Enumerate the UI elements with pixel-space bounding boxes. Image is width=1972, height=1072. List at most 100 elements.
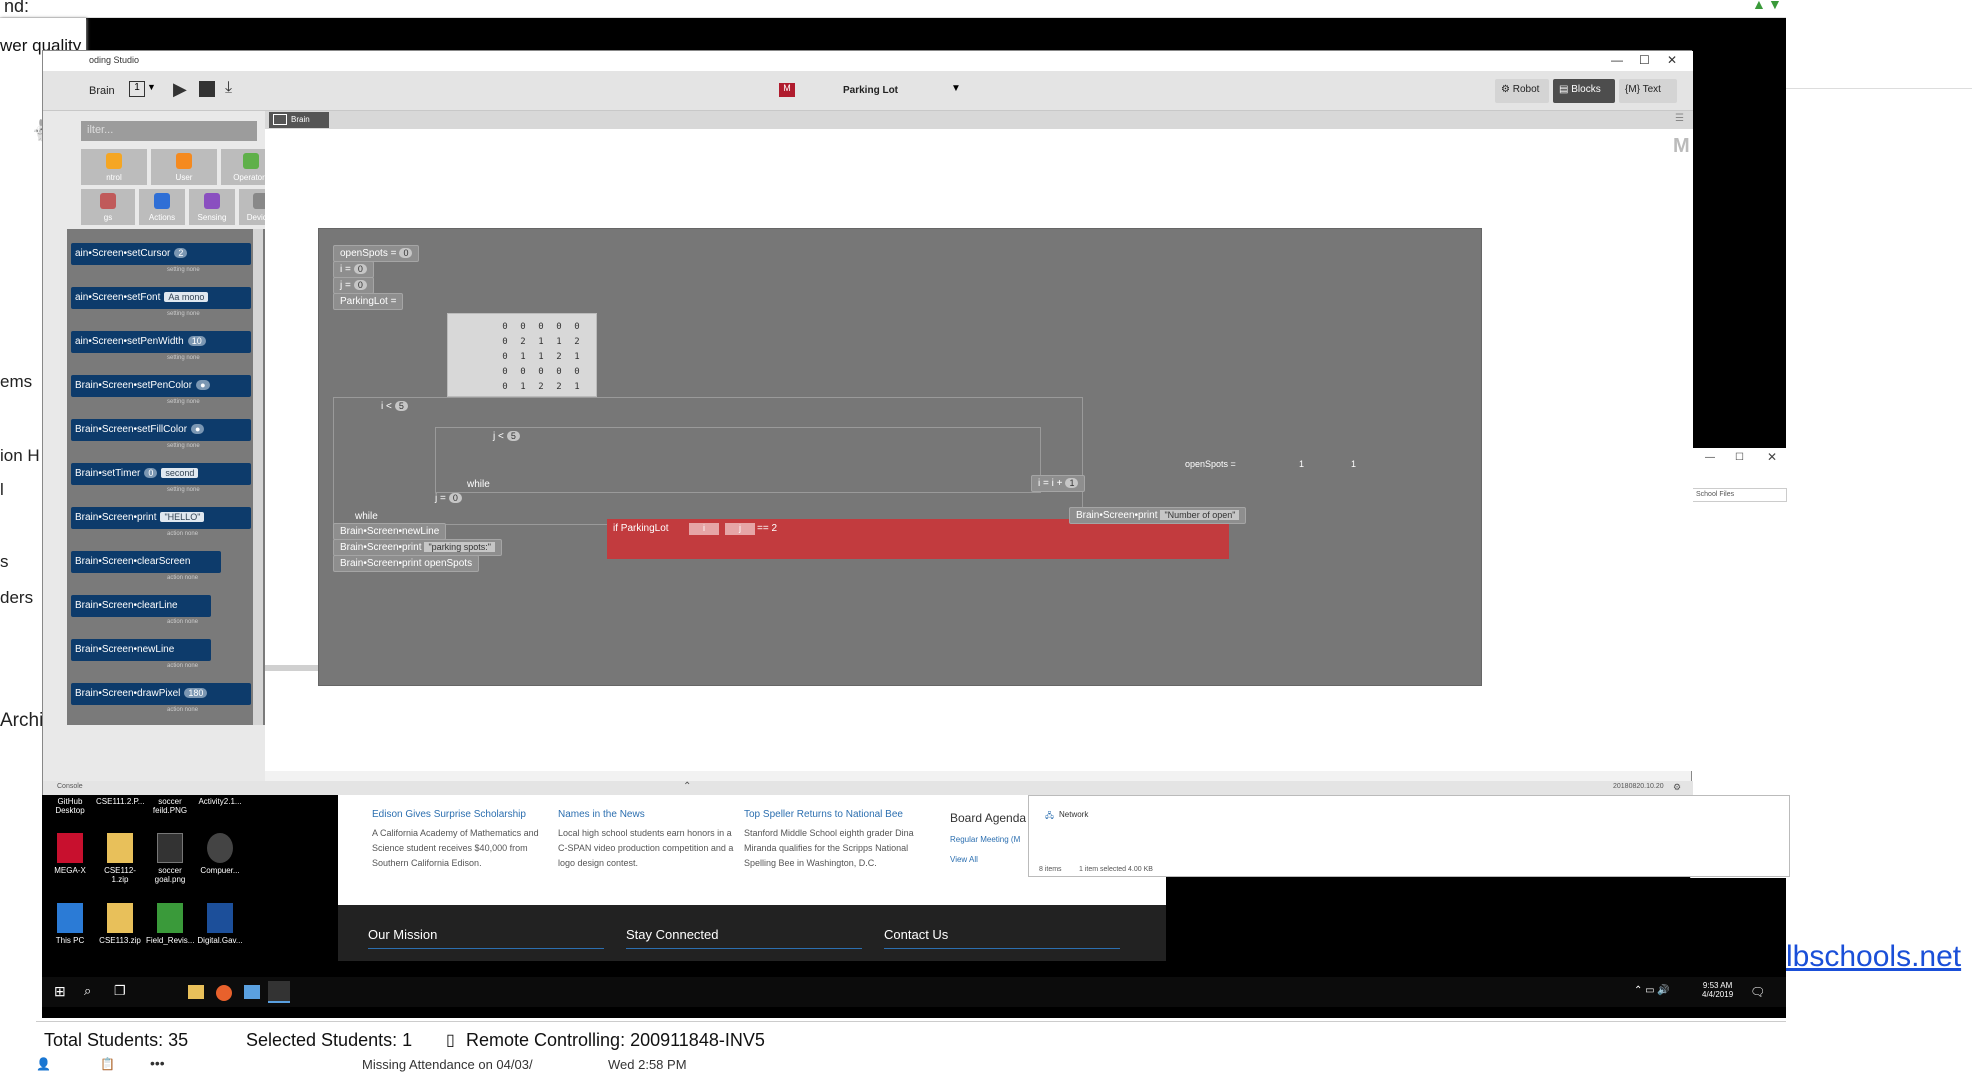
explorer-search-input[interactable]: School Files (1691, 488, 1787, 502)
network-item[interactable]: Network (1059, 810, 1088, 819)
robot-icon: ⚙ (1501, 84, 1510, 95)
news-item[interactable]: Names in the News Local high school stud… (558, 807, 740, 871)
outer-condition[interactable]: i <5 (381, 401, 408, 412)
vex-taskbar-icon[interactable] (268, 981, 290, 1003)
footer-stay-connected[interactable]: Stay Connected (626, 927, 862, 949)
minimize-icon[interactable]: — (1611, 53, 1623, 67)
desktop-icon[interactable]: MEGA-X (46, 833, 94, 875)
parking-lot-matrix[interactable]: 00000 02112 01121 00000 01221 (447, 313, 597, 397)
palette-block[interactable]: Brain•Screen•drawPixel 180 (71, 683, 251, 705)
settings-gear-icon[interactable]: ⚙ (1673, 782, 1681, 793)
minimize-icon[interactable]: — (1705, 452, 1715, 463)
task-view-icon[interactable]: ❐ (114, 983, 126, 999)
close-icon[interactable]: ✕ (1667, 53, 1677, 67)
maximize-icon[interactable]: ☐ (1735, 452, 1744, 463)
increment-i[interactable]: i = i +1 (1031, 475, 1086, 492)
chevron-down-icon[interactable]: ▼ (147, 82, 156, 92)
desktop-icon[interactable]: Compuer... (196, 833, 244, 875)
desktop-icon[interactable]: Activity2.1... (196, 797, 244, 806)
print-number-block[interactable]: Brain•Screen•print "Number of open" (1069, 507, 1247, 524)
palette-block[interactable]: Brain•Screen•setFillColor ● (71, 419, 251, 441)
i-assign[interactable]: i = 0 (333, 261, 374, 278)
user-icon[interactable]: 👤 (36, 1057, 51, 1071)
palette-block[interactable]: Brain•setTimer 0 second (71, 463, 251, 485)
clipboard-icon[interactable]: 📋 (100, 1057, 115, 1071)
palette-block[interactable]: ain•Screen•setPenWidth 10 (71, 331, 251, 353)
news-item[interactable]: Edison Gives Surprise Scholarship A Cali… (372, 807, 554, 871)
news-item[interactable]: Top Speller Returns to National Bee Stan… (744, 807, 926, 871)
category-user[interactable]: User (151, 149, 217, 185)
system-tray-icons[interactable]: ⌃ ▭ 🔊 (1634, 985, 1670, 996)
inner-while-loop[interactable] (435, 427, 1041, 493)
j-assign[interactable]: j = 0 (333, 277, 374, 294)
desktop-icon[interactable]: CSE111.2.P... (96, 797, 144, 806)
app-icon[interactable] (244, 985, 260, 999)
palette-block[interactable]: Brain•Screen•print "HELLO" (71, 507, 251, 529)
desktop-icon[interactable]: Digital.Gav... (196, 903, 244, 945)
print-spots-block[interactable]: Brain•Screen•print openSpots (333, 555, 480, 572)
category-settings[interactable]: gs (81, 189, 135, 225)
desktop-icon[interactable]: CSE112-1.zip (96, 833, 144, 884)
firefox-icon[interactable] (216, 985, 232, 1001)
category-sensing[interactable]: Sensing (189, 189, 235, 225)
print-parking-block[interactable]: Brain•Screen•print "parking spots:" (333, 539, 502, 556)
arrow-up-icon[interactable]: ▲ (1752, 0, 1766, 12)
more-icon[interactable]: ••• (150, 1055, 165, 1071)
tab-brain[interactable]: Brain (269, 112, 329, 128)
missing-attendance[interactable]: Missing Attendance on 04/03/ (362, 1057, 533, 1072)
palette-block[interactable]: Brain•Screen•clearLine (71, 595, 211, 617)
palette-block[interactable]: ain•Screen•setFont Aa mono (71, 287, 251, 309)
stop-icon[interactable] (199, 81, 215, 97)
menu-icon[interactable]: ☰ (1675, 113, 1684, 124)
chevron-down-icon[interactable]: ▼ (951, 83, 961, 94)
newline-block[interactable]: Brain•Screen•newLine (333, 523, 447, 540)
project-name[interactable]: Parking Lot (843, 85, 898, 96)
if-index-j[interactable]: j (725, 523, 755, 535)
desktop-icon[interactable]: GitHub Desktop (46, 797, 94, 815)
slot-selector[interactable]: 1 (129, 81, 145, 97)
district-link[interactable]: lbschools.net (1786, 940, 1961, 974)
file-explorer-icon[interactable] (188, 985, 204, 999)
palette-block[interactable]: Brain•Screen•clearScreen (71, 551, 221, 573)
news-title[interactable]: Edison Gives Surprise Scholarship (372, 807, 554, 822)
close-icon[interactable]: ✕ (1767, 450, 1777, 464)
download-icon[interactable]: ⤓ (225, 79, 232, 97)
desktop-icon[interactable]: Field_Revis... (146, 903, 194, 945)
parking-lot-assign[interactable]: ParkingLot = (333, 293, 404, 310)
text-tab[interactable]: {M} Text (1619, 79, 1677, 103)
maximize-icon[interactable]: ☐ (1639, 53, 1650, 67)
j-reset[interactable]: j = 0 (435, 493, 462, 504)
board-agenda-link[interactable]: Regular Meeting (M (950, 835, 1020, 844)
chevron-up-icon[interactable]: ⌃ (683, 781, 691, 792)
search-icon[interactable]: ⌕ (84, 983, 91, 999)
windows-start-icon[interactable]: ⊞ (54, 983, 66, 1000)
palette-block[interactable]: Brain•Screen•setPenColor ● (71, 375, 251, 397)
brain-selector[interactable]: Brain (89, 85, 115, 97)
desktop-icon[interactable]: soccer goal.png (146, 833, 194, 884)
palette-block[interactable]: ain•Screen•setCursor 2 (71, 243, 251, 265)
news-title[interactable]: Top Speller Returns to National Bee (744, 807, 926, 822)
blocks-tab[interactable]: ▤ Blocks (1553, 79, 1615, 103)
inner-condition[interactable]: j <5 (493, 431, 520, 442)
if-index-i[interactable]: i (689, 523, 719, 535)
category-actions[interactable]: Actions (139, 189, 185, 225)
open-spots-assign[interactable]: openSpots = 0 (333, 245, 420, 262)
desktop-icon[interactable]: CSE113.zip (96, 903, 144, 945)
robot-tab[interactable]: ⚙ Robot (1495, 79, 1549, 103)
palette-scrollbar[interactable] (253, 229, 263, 725)
filter-input[interactable]: ilter... (81, 121, 257, 141)
footer-our-mission[interactable]: Our Mission (368, 927, 604, 949)
footer-contact-us[interactable]: Contact Us (884, 927, 1120, 949)
clock[interactable]: 9:53 AM 4/4/2019 (1702, 981, 1733, 999)
desktop-icon[interactable]: soccer feild.PNG (146, 797, 194, 815)
category-control[interactable]: ntrol (81, 149, 147, 185)
desktop-icon[interactable]: This PC (46, 903, 94, 945)
play-icon[interactable]: ▶ (173, 79, 187, 100)
arrow-down-icon[interactable]: ▼ (1768, 0, 1782, 12)
if-block[interactable]: if ParkingLot i j == 2 (607, 519, 1229, 559)
news-title[interactable]: Names in the News (558, 807, 740, 822)
view-all-link[interactable]: View All (950, 855, 978, 864)
console-toggle[interactable]: Console (57, 783, 83, 790)
palette-block[interactable]: Brain•Screen•newLine (71, 639, 211, 661)
notification-icon[interactable]: 🗨 (1750, 985, 1765, 999)
